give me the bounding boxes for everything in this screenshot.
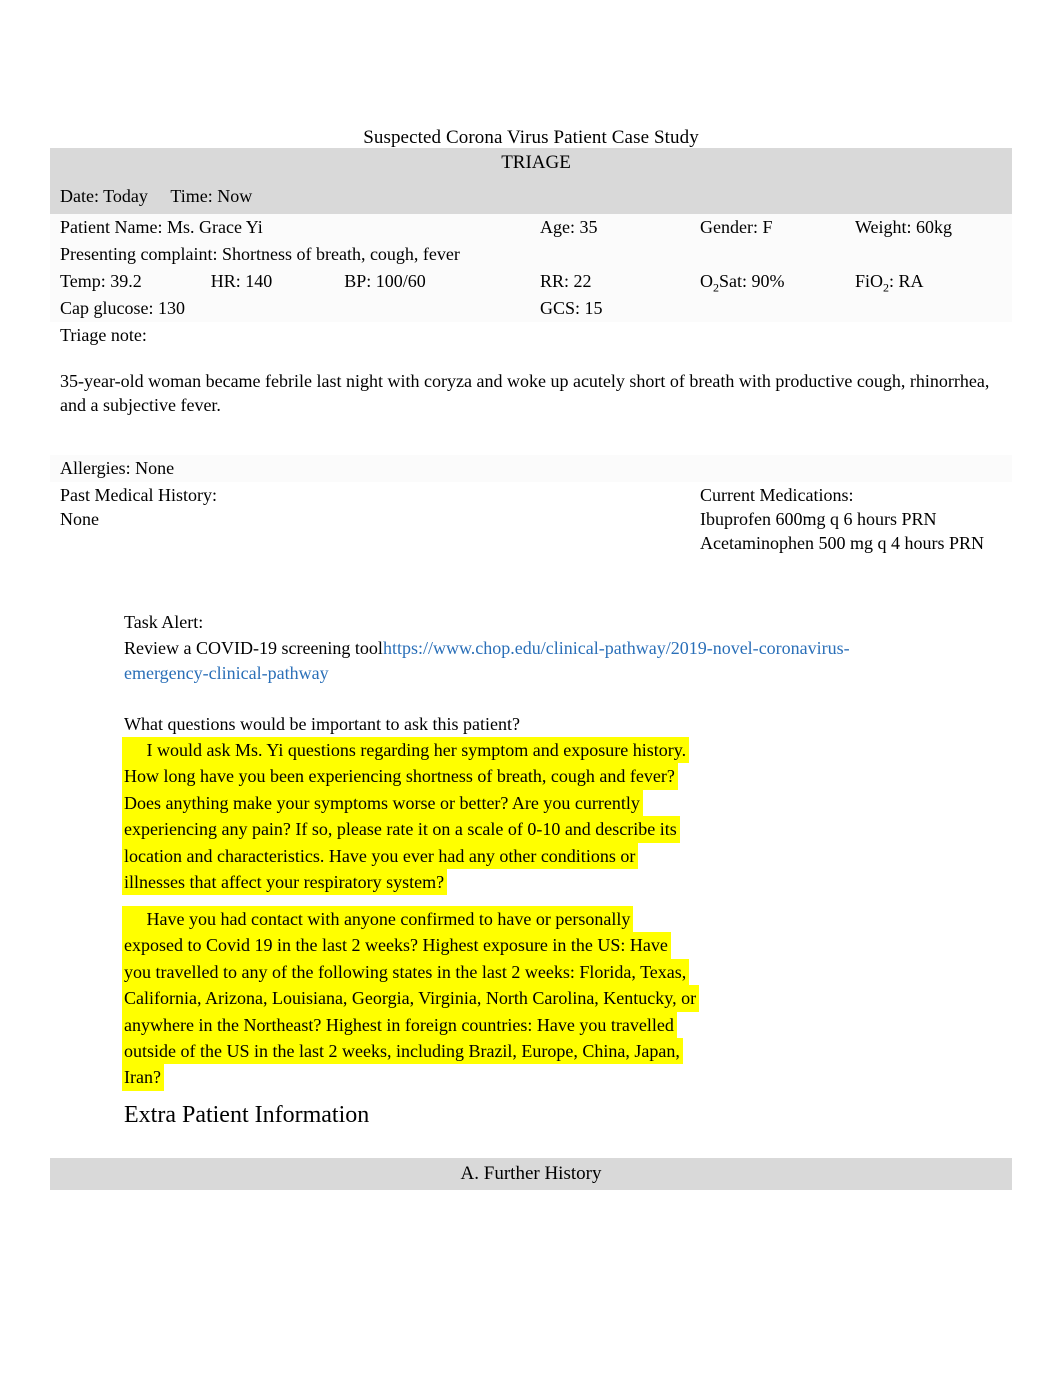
triage-header-row: TRIAGE [50, 148, 1013, 179]
glucose-spacer-1 [690, 295, 845, 322]
patient-gender-cell: Gender: F [700, 217, 773, 237]
triage-note-cell: Triage note: 35-year-old woman became fe… [50, 322, 1012, 455]
patient-name-cell: Patient Name: Ms. Grace Yi [60, 217, 263, 237]
triage-section-header: TRIAGE [501, 152, 571, 173]
triage-note-label: Triage note: [60, 325, 147, 345]
o2-value: Sat: 90% [719, 271, 785, 291]
triage-history-row: Past Medical History: None Current Medic… [50, 482, 1013, 621]
triage-patient-row: Patient Name: Ms. Grace Yi Age: 35 Gende… [50, 214, 1013, 241]
questions-heading: What questions would be important to ask… [124, 714, 520, 734]
medication-item: Ibuprofen 600mg q 6 hours PRN [700, 509, 937, 529]
vital-temp: Temp: 39.2 [60, 271, 142, 291]
answer-line: exposed to Covid 19 in the last 2 weeks?… [122, 932, 671, 959]
page-title: Suspected Corona Virus Patient Case Stud… [363, 127, 699, 148]
task-alert-instruction-line: Review a COVID-19 screening toolhttps://… [124, 636, 914, 687]
answer-line: location and characteristics. Have you e… [122, 842, 639, 870]
answer-line: experiencing any pain? If so, please rat… [122, 816, 680, 843]
answer-line: anywhere in the Northeast? Highest in fo… [122, 1011, 677, 1039]
task-alert-instruction: Review a COVID-19 screening tool [124, 637, 383, 658]
answer-line: outside of the US in the last 2 weeks, i… [122, 1038, 683, 1065]
extra-patient-information-heading: Extra Patient Information [124, 1102, 370, 1128]
answer-line: Iran? [122, 1064, 164, 1091]
patient-age-cell: Age: 35 [540, 217, 598, 237]
vital-o2sat-cell: O2Sat: 90% [690, 268, 845, 295]
past-medical-history-label: Past Medical History: [60, 485, 217, 505]
answer-line: How long have you been experiencing shor… [122, 763, 678, 790]
vital-fio2-cell: FiO2: RA [845, 268, 1012, 295]
past-medical-history-value: None [60, 509, 99, 529]
triage-time: Time: Now [170, 186, 253, 206]
o2-label: O [700, 271, 713, 291]
triage-complaint-row: Presenting complaint: Shortness of breat… [50, 241, 1013, 268]
current-medications-label: Current Medications: [700, 485, 854, 505]
gcs-cell: GCS: 15 [540, 298, 603, 318]
triage-datetime-cell: Date: Today Time: Now [50, 179, 1012, 214]
allergies-cell: Allergies: None [60, 458, 175, 478]
document-page: Suspected Corona Virus Patient Case Stud… [0, 0, 1062, 1377]
current-medications-cell: Current Medications: Ibuprofen 600mg q 6… [690, 482, 1012, 621]
medication-item: Acetaminophen 500 mg q 4 hours PRN [700, 533, 984, 553]
triage-note-text: 35-year-old woman became febrile last ni… [60, 371, 990, 415]
answer-line: Does anything make your symptoms worse o… [122, 789, 643, 817]
vital-bp: BP: 100/60 [344, 271, 426, 291]
glucose-spacer-2 [845, 295, 1012, 322]
triage-allergies-row: Allergies: None [50, 455, 1013, 482]
triage-table: TRIAGE Date: Today Time: Now Patient Nam… [50, 148, 1013, 621]
task-alert-label: Task Alert: [124, 612, 204, 632]
answer-exposure-history: Have you had contact with anyone confirm… [122, 906, 924, 1091]
vital-hr: HR: 140 [210, 271, 273, 291]
vital-rr-cell: RR: 22 [540, 271, 592, 291]
further-history-section-header: A. Further History [50, 1158, 1012, 1190]
fio2-label: FiO [855, 271, 884, 291]
vitals-primary-cell: Temp: 39.2 HR: 140 BP: 100/60 [50, 268, 530, 295]
triage-note-row: Triage note: 35-year-old woman became fe… [50, 322, 1013, 455]
task-alert-block: Task Alert: Review a COVID-19 screening … [124, 610, 914, 687]
cap-glucose-cell: Cap glucose: 130 [60, 298, 185, 318]
link-line-1: https://www.chop.edu/clinical-pathway/20… [382, 637, 759, 658]
answer-line: I would ask Ms. Yi questions regarding h… [122, 737, 690, 764]
triage-vitals-row: Temp: 39.2 HR: 140 BP: 100/60 RR: 22 O2S… [50, 268, 1013, 295]
patient-weight-cell: Weight: 60kg [855, 217, 953, 237]
past-medical-history-cell: Past Medical History: None [50, 482, 690, 621]
triage-glucose-row: Cap glucose: 130 GCS: 15 [50, 295, 1013, 322]
presenting-complaint-cell: Presenting complaint: Shortness of breat… [60, 244, 460, 264]
fio2-value: : RA [889, 271, 924, 291]
answer-line: illnesses that affect your respiratory s… [122, 869, 448, 896]
answer-line: California, Arizona, Louisiana, Georgia,… [122, 985, 700, 1012]
triage-date-row: Date: Today Time: Now [50, 179, 1013, 214]
answer-symptom-history: I would ask Ms. Yi questions regarding h… [122, 737, 924, 896]
triage-date: Date: Today [60, 186, 148, 206]
answer-line: Have you had contact with anyone confirm… [122, 906, 634, 933]
answer-line: you travelled to any of the following st… [122, 958, 690, 986]
